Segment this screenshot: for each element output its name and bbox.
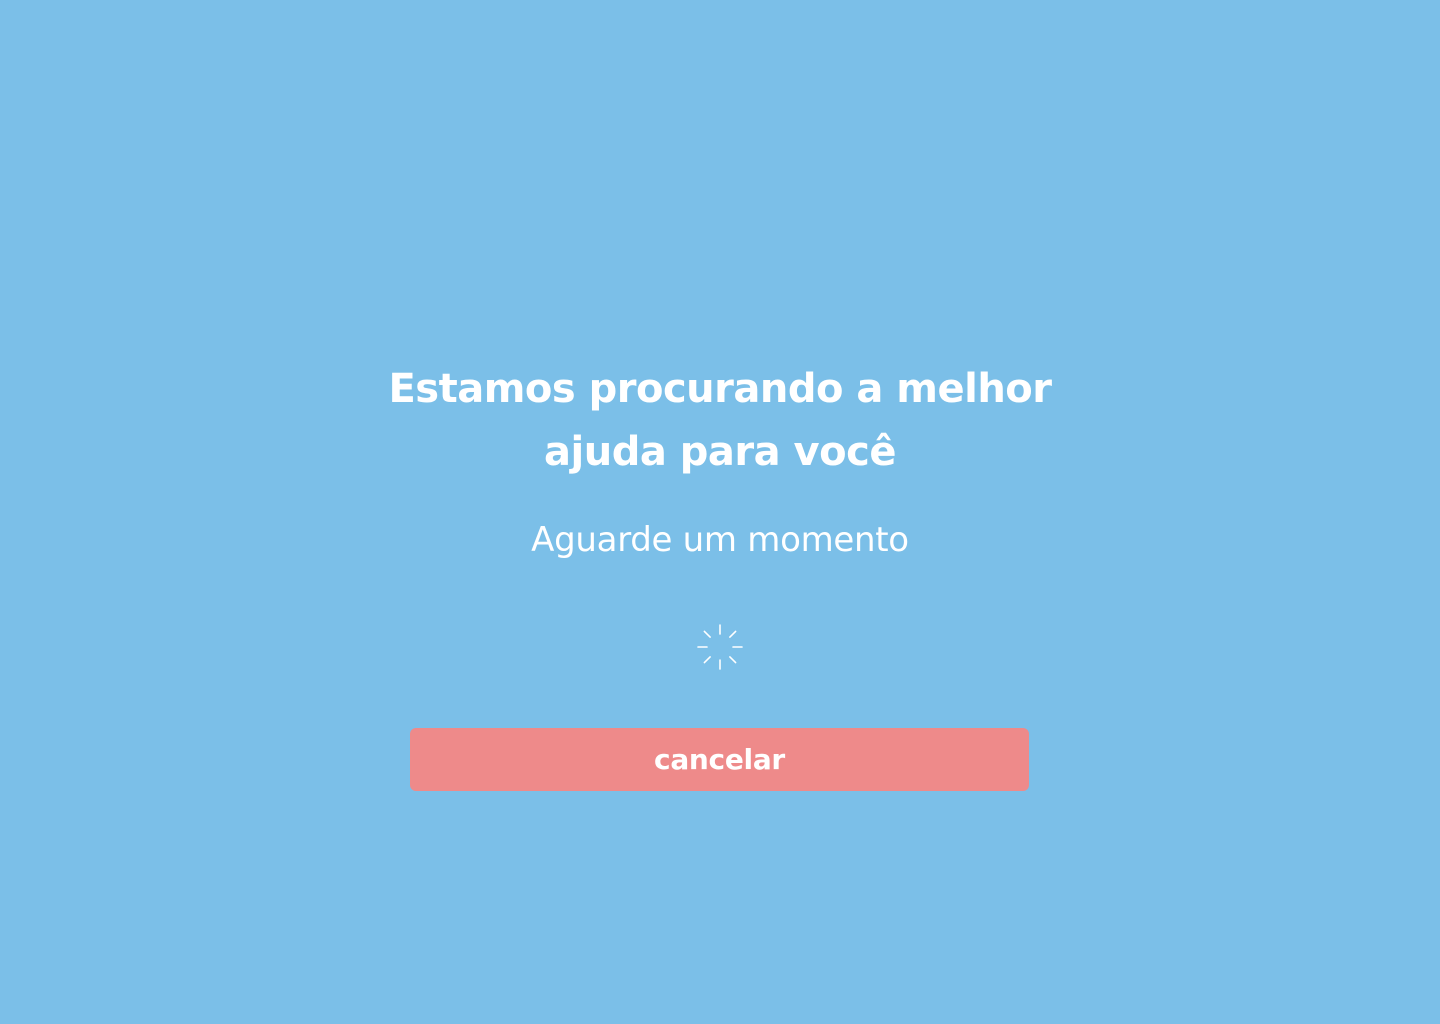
loading-subtitle: Aguarde um momento <box>531 520 909 560</box>
loading-spinner-icon <box>697 624 743 670</box>
loading-screen: Estamos procurando a melhor ajuda para v… <box>0 0 1440 1024</box>
cancel-button[interactable]: cancelar <box>410 728 1029 791</box>
headline-line-2: ajuda para você <box>544 429 896 475</box>
loading-headline: Estamos procurando a melhor ajuda para v… <box>320 358 1120 484</box>
headline-line-1: Estamos procurando a melhor <box>388 366 1052 412</box>
